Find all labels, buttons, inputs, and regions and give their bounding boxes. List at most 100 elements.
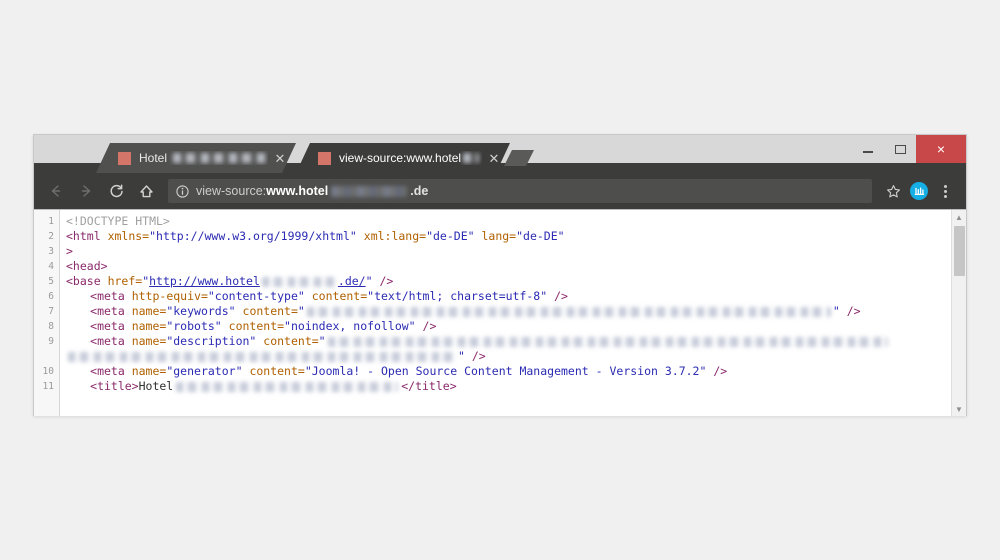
redacted-text <box>331 185 408 197</box>
value-token: "Joomla! - Open Source Content Managemen… <box>304 364 707 378</box>
home-button[interactable] <box>132 177 160 205</box>
title-text: Hotel <box>138 379 174 393</box>
attr-token: content= <box>228 319 285 333</box>
attr-token: name= <box>131 334 167 348</box>
tab-title-text: Hotel <box>139 151 168 165</box>
vertical-scrollbar[interactable]: ▲ ▼ <box>951 210 966 416</box>
code-line-6: <meta http-equiv="content-type" content=… <box>66 289 966 304</box>
address-bar-text: view-source: www.hotel .de <box>196 184 428 198</box>
attr-token: http-equiv= <box>131 289 208 303</box>
address-bar[interactable]: view-source: www.hotel .de <box>168 179 872 203</box>
tag-token: </title> <box>401 379 457 393</box>
quote-token: " <box>832 304 840 318</box>
line-number: 6 <box>48 291 54 302</box>
selfclose-token: /> <box>713 364 728 378</box>
view-source-content: 1 2 3 4 5 6 7 8 9 10 11 <!DOCTYPE HTML> … <box>34 209 966 416</box>
attr-token: xmlns= <box>107 229 150 243</box>
code-line-4: <head> <box>66 259 966 274</box>
line-number: 11 <box>42 381 54 392</box>
selfclose-token: /> <box>471 349 486 363</box>
doctype-token: <!DOCTYPE HTML> <box>66 214 170 228</box>
redacted-text <box>176 381 399 392</box>
line-number: 8 <box>48 321 54 332</box>
attr-token: content= <box>249 364 305 378</box>
source-code[interactable]: <!DOCTYPE HTML> <html xmlns="http://www.… <box>60 210 966 416</box>
selfclose-token: /> <box>846 304 861 318</box>
base-url-prefix[interactable]: http://www.hotel <box>149 274 260 288</box>
quote-token: " <box>458 349 465 363</box>
tag-token: <meta <box>90 289 125 303</box>
code-line-3: > <box>66 244 966 259</box>
line-number: 3 <box>48 246 54 257</box>
redacted-text <box>306 306 831 317</box>
maximize-button[interactable] <box>884 135 916 163</box>
value-token: "noindex, nofollow" <box>284 319 416 333</box>
url-tld: .de <box>410 184 429 198</box>
redacted-text <box>173 153 268 163</box>
tag-token: <base <box>66 274 101 288</box>
attr-token: xml:lang= <box>363 229 427 243</box>
bookmark-star-icon[interactable] <box>880 178 906 204</box>
line-number: 5 <box>48 276 54 287</box>
attr-token: lang= <box>481 229 517 243</box>
redacted-text <box>261 276 336 287</box>
close-button[interactable]: × <box>916 135 966 163</box>
browser-toolbar: view-source: www.hotel .de <box>34 173 966 209</box>
code-line-8-robots: <meta name="robots" content="noindex, no… <box>66 319 966 334</box>
reload-button[interactable] <box>102 177 130 205</box>
code-line-9: <meta name="description" content="" /> <box>66 334 966 364</box>
quote-token: " <box>318 334 326 348</box>
tab-strip: Hotel ✕ view-source:www.hotel ✕ × <box>34 135 966 173</box>
scrollbar-thumb[interactable] <box>954 226 965 276</box>
tab-strip-left-filler <box>34 163 96 173</box>
selfclose-token: /> <box>422 319 437 333</box>
attr-token: content= <box>242 304 298 318</box>
value-token: "text/html; charset=utf-8" <box>367 289 548 303</box>
url-scheme: view-source: <box>196 184 267 198</box>
line-number: 1 <box>48 216 54 227</box>
attr-token: name= <box>131 319 167 333</box>
forward-button[interactable] <box>72 177 100 205</box>
tab-title: Hotel <box>139 151 268 165</box>
tab-close-icon[interactable]: ✕ <box>274 152 286 165</box>
tag-token: <meta <box>90 304 125 318</box>
tag-token: <head> <box>66 259 108 273</box>
attr-token: content= <box>263 334 319 348</box>
scroll-up-arrow[interactable]: ▲ <box>952 210 966 224</box>
info-circle-icon[interactable] <box>176 184 189 198</box>
line-number-gutter: 1 2 3 4 5 6 7 8 9 10 11 <box>34 210 60 416</box>
line-number: 4 <box>48 261 54 272</box>
url-host: www.hotel <box>266 184 329 198</box>
window-controls: × <box>852 135 966 163</box>
tab-view-source[interactable]: view-source:www.hotel ✕ <box>296 143 510 173</box>
attr-token: href= <box>107 274 143 288</box>
base-url-suffix[interactable]: .de/ <box>338 274 366 288</box>
scroll-down-arrow[interactable]: ▼ <box>952 402 966 416</box>
back-button[interactable] <box>42 177 70 205</box>
three-dots-icon <box>943 184 947 198</box>
tag-token: <html <box>66 229 101 243</box>
code-line-5: <base href="http://www.hotel .de/" /> <box>66 274 966 289</box>
extension-icon[interactable] <box>906 178 932 204</box>
tag-token: <meta <box>90 319 125 333</box>
tag-token: <meta <box>90 334 125 348</box>
attr-token: name= <box>131 304 167 318</box>
tab-title: view-source:www.hotel <box>339 151 482 165</box>
tag-token: <title> <box>90 379 139 393</box>
quote-token: " <box>365 274 373 288</box>
browser-menu-button[interactable] <box>932 178 958 204</box>
favicon-icon <box>318 151 331 165</box>
tag-token: <meta <box>90 364 125 378</box>
redacted-text <box>327 336 888 347</box>
value-token: "http://www.w3.org/1999/xhtml" <box>149 229 357 243</box>
tab-close-icon[interactable]: ✕ <box>488 152 500 165</box>
selfclose-token: /> <box>379 274 394 288</box>
value-token: "de-DE" <box>426 229 475 243</box>
tab-hotel[interactable]: Hotel ✕ <box>96 143 296 173</box>
minimize-button[interactable] <box>852 135 884 163</box>
line-number: 7 <box>48 306 54 317</box>
selfclose-token: /> <box>554 289 568 303</box>
value-token: "keywords" <box>166 304 236 318</box>
code-line-2: <html xmlns="http://www.w3.org/1999/xhtm… <box>66 229 966 244</box>
code-line-1: <!DOCTYPE HTML> <box>66 214 966 229</box>
